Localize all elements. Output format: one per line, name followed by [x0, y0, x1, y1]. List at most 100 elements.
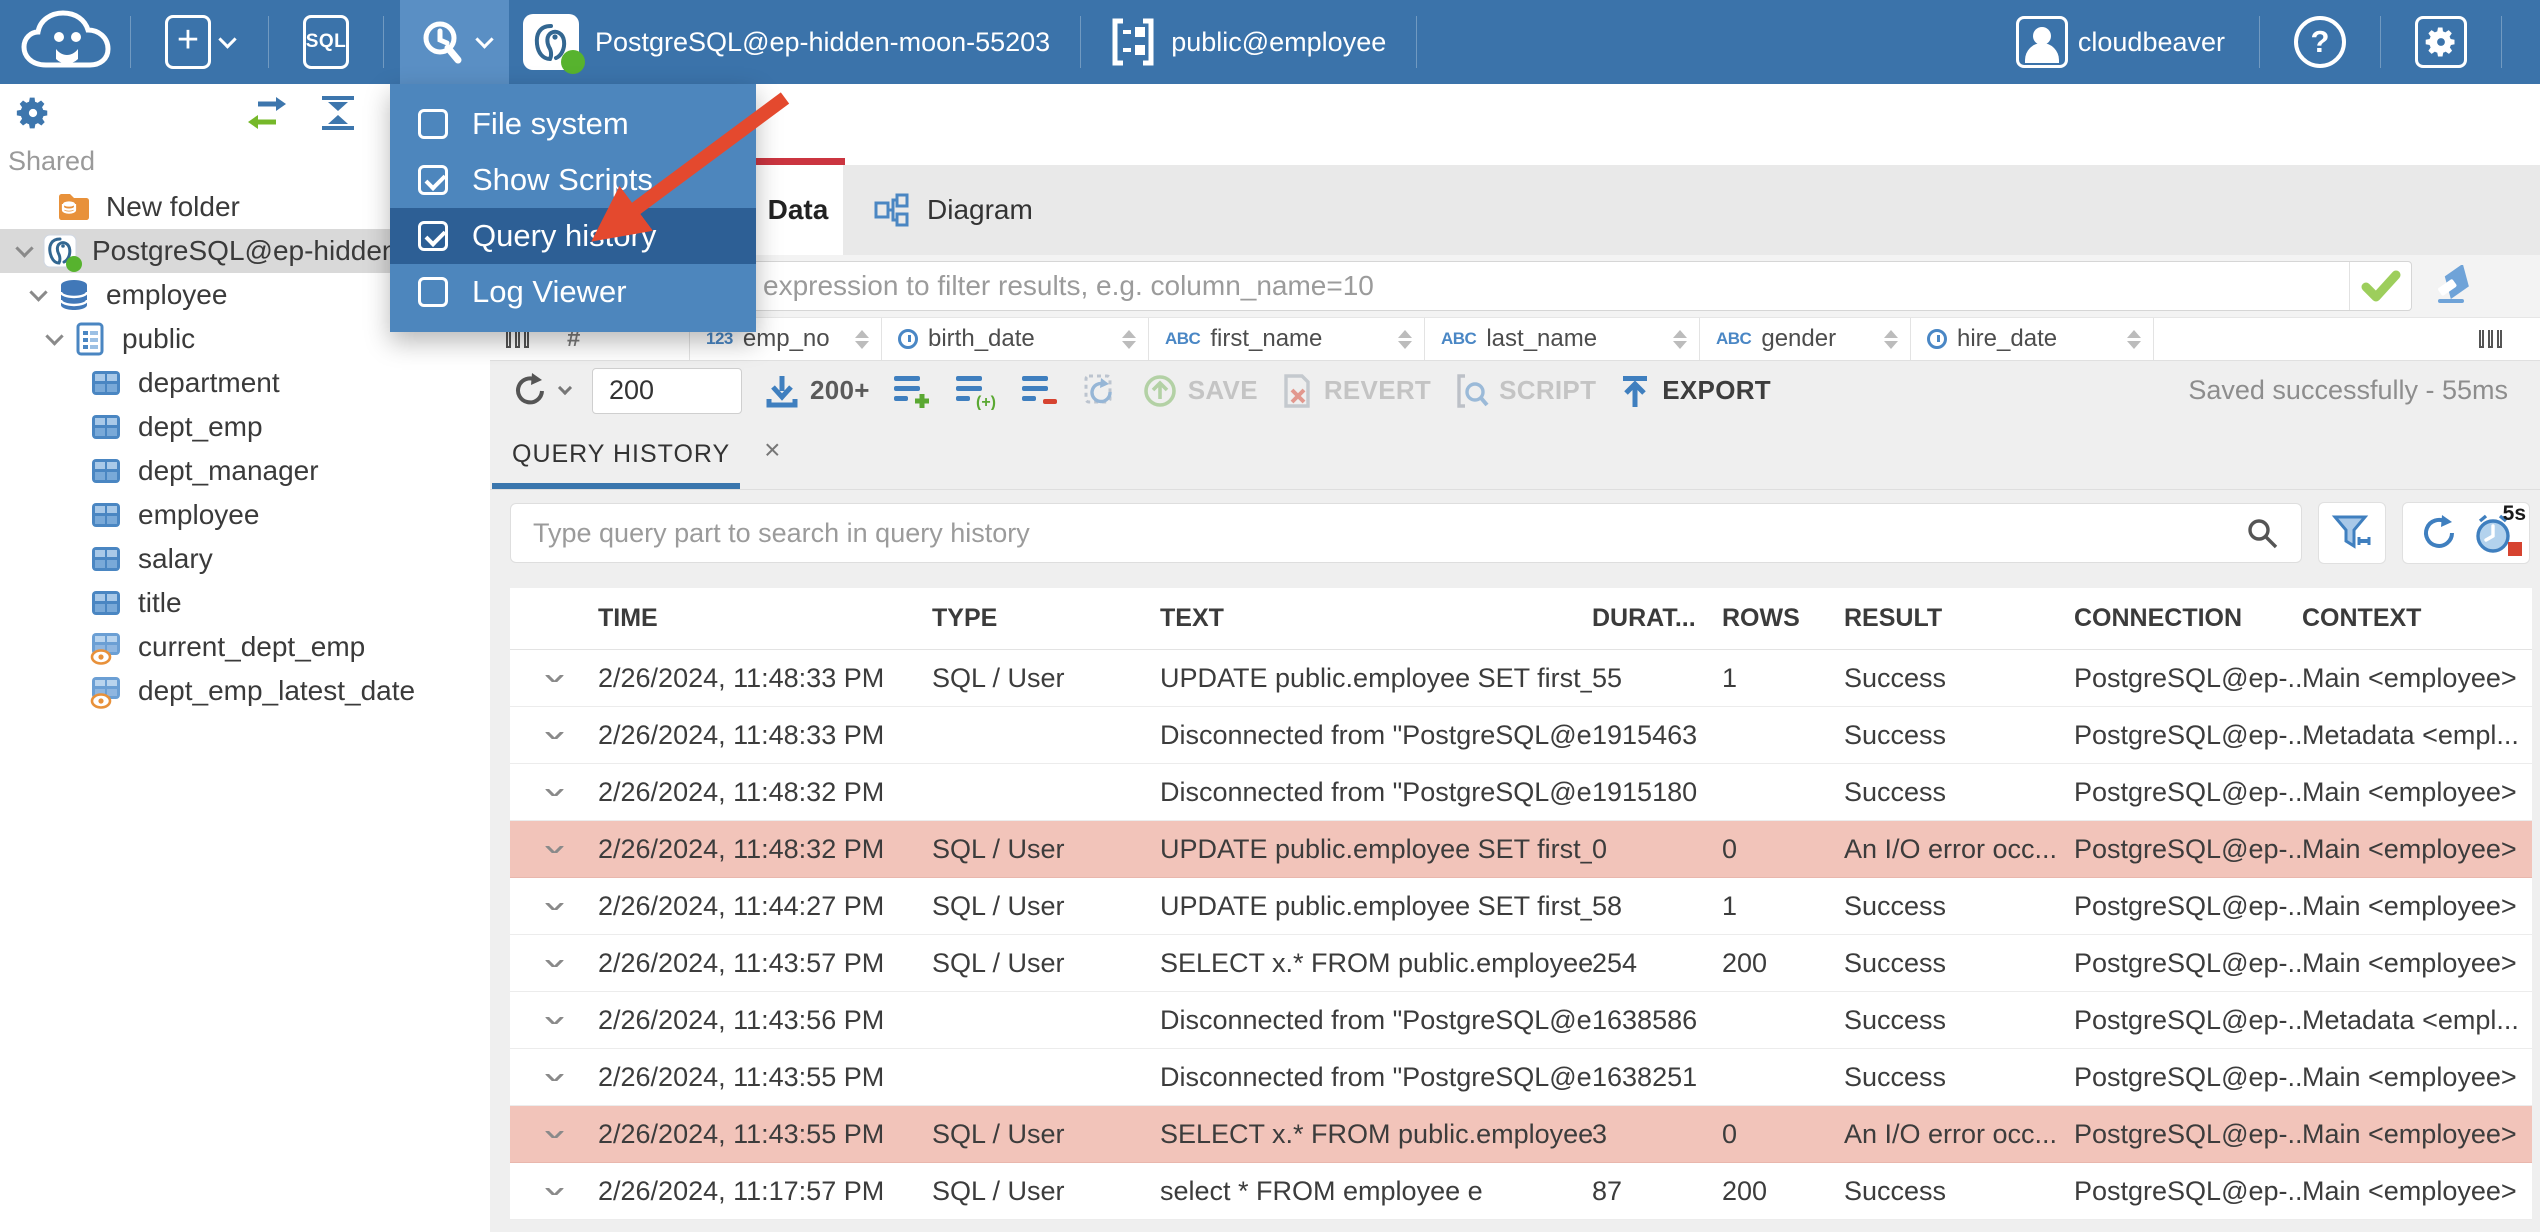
column-header-hire-date[interactable]: hire_date	[1911, 318, 2154, 360]
tree-item-table[interactable]: dept_manager	[0, 449, 490, 493]
grid-settings-icon[interactable]	[2479, 330, 2502, 348]
user-menu-button[interactable]: cloudbeaver	[1998, 0, 2243, 84]
query-history-row[interactable]: 2/26/2024, 11:43:55 PM Disconnected from…	[510, 1049, 2532, 1106]
tree-item-table[interactable]: salary	[0, 537, 490, 581]
column-header-birth-date[interactable]: birth_date	[882, 318, 1149, 360]
expand-row-icon[interactable]	[544, 731, 564, 739]
delete-row-button[interactable]	[1020, 372, 1060, 410]
collapse-all-icon[interactable]	[318, 94, 358, 132]
sidebar-settings-gear-icon[interactable]	[14, 94, 52, 132]
sort-icon[interactable]	[1673, 329, 1687, 349]
query-history-row[interactable]: 2/26/2024, 11:17:57 PM SQL / User select…	[510, 1163, 2532, 1220]
menu-item-file-system[interactable]: File system	[390, 96, 756, 152]
chevron-down-icon[interactable]	[28, 282, 48, 302]
save-button[interactable]: SAVE	[1142, 373, 1258, 409]
chevron-down-icon[interactable]	[44, 326, 64, 346]
menu-item-query-history[interactable]: Query history	[390, 208, 756, 264]
diagram-icon	[873, 191, 911, 229]
fetch-more-button[interactable]: 200+	[764, 373, 870, 409]
close-icon[interactable]: ×	[764, 435, 780, 464]
expand-row-icon[interactable]	[544, 902, 564, 910]
query-history-row[interactable]: 2/26/2024, 11:48:33 PM Disconnected from…	[510, 707, 2532, 764]
expand-row-icon[interactable]	[544, 1130, 564, 1138]
expand-row-icon[interactable]	[544, 674, 564, 682]
sort-icon[interactable]	[1122, 329, 1136, 349]
sort-icon[interactable]	[1884, 329, 1898, 349]
refresh-button[interactable]	[512, 371, 573, 411]
col-connection[interactable]: CONNECTION	[2074, 604, 2302, 633]
tab-diagram[interactable]: Diagram	[843, 165, 1063, 255]
schema-selector[interactable]: public@employee	[1097, 0, 1400, 84]
script-button[interactable]: SCRIPT	[1453, 372, 1596, 410]
sort-icon[interactable]	[1398, 329, 1412, 349]
col-rows[interactable]: ROWS	[1722, 604, 1844, 633]
column-header-first-name[interactable]: ABC first_name	[1149, 318, 1425, 360]
row-connection: PostgreSQL@ep-...	[2074, 776, 2302, 807]
query-history-row[interactable]: 2/26/2024, 11:44:27 PM SQL / User UPDATE…	[510, 878, 2532, 935]
row-duration: 87	[1592, 1175, 1623, 1206]
checkbox-checked-icon[interactable]	[418, 221, 448, 251]
tree-item-table[interactable]: employee	[0, 493, 490, 537]
checkbox-unchecked-icon[interactable]	[418, 109, 448, 139]
column-header-last-name[interactable]: ABC last_name	[1425, 318, 1700, 360]
expand-row-icon[interactable]	[544, 1073, 564, 1081]
checkbox-checked-icon[interactable]	[418, 165, 448, 195]
tab-query-history[interactable]: QUERY HISTORY ×	[490, 420, 807, 489]
query-history-row[interactable]: 2/26/2024, 11:43:56 PM Disconnected from…	[510, 992, 2532, 1049]
tab-data[interactable]: Data	[753, 165, 843, 255]
expand-row-icon[interactable]	[544, 1016, 564, 1024]
tree-item-table[interactable]: title	[0, 581, 490, 625]
col-duration[interactable]: DURAT...	[1592, 604, 1722, 633]
expand-row-icon[interactable]	[544, 959, 564, 967]
col-text[interactable]: TEXT	[1160, 604, 1592, 633]
sort-icon[interactable]	[855, 329, 869, 349]
col-context[interactable]: CONTEXT	[2302, 604, 2532, 633]
col-type[interactable]: TYPE	[932, 604, 1160, 633]
col-result[interactable]: RESULT	[1844, 604, 2074, 633]
schema-name: public@employee	[1171, 26, 1387, 57]
column-header-gender[interactable]: ABC gender	[1700, 318, 1911, 360]
clear-filter-eraser-icon[interactable]	[2426, 263, 2482, 311]
expand-row-icon[interactable]	[544, 845, 564, 853]
sort-icon[interactable]	[2127, 329, 2141, 349]
chevron-down-icon[interactable]	[14, 238, 34, 258]
help-button[interactable]: ?	[2276, 0, 2364, 84]
query-history-search-input[interactable]	[533, 517, 2245, 549]
tree-item-table[interactable]: department	[0, 361, 490, 405]
menu-item-show-scripts[interactable]: Show Scripts	[390, 152, 756, 208]
apply-filter-button[interactable]	[2349, 262, 2411, 310]
tree-item-view[interactable]: current_dept_emp	[0, 625, 490, 669]
filter-button[interactable]	[2318, 502, 2386, 564]
row-time: 2/26/2024, 11:43:55 PM	[598, 1118, 885, 1149]
connection-selector[interactable]: PostgreSQL@ep-hidden-moon-55203	[509, 0, 1064, 84]
add-row-button[interactable]	[892, 372, 932, 410]
revert-button[interactable]: REVERT	[1280, 372, 1431, 410]
query-history-row[interactable]: 2/26/2024, 11:48:32 PM Disconnected from…	[510, 764, 2532, 821]
query-history-row[interactable]: 2/26/2024, 11:48:33 PM SQL / User UPDATE…	[510, 650, 2532, 707]
query-history-row-error[interactable]: 2/26/2024, 11:43:55 PM SQL / User SELECT…	[510, 1106, 2532, 1163]
export-button[interactable]: EXPORT	[1618, 373, 1771, 409]
row-limit-input[interactable]	[592, 367, 742, 414]
query-history-row[interactable]: 2/26/2024, 11:43:57 PM SQL / User SELECT…	[510, 935, 2532, 992]
settings-button[interactable]	[2397, 0, 2485, 84]
connection-status-dot	[561, 50, 585, 74]
row-duration: 254	[1592, 947, 1638, 978]
expand-row-icon[interactable]	[544, 1187, 564, 1195]
new-connection-button[interactable]: +	[147, 0, 252, 84]
menu-item-log-viewer[interactable]: Log Viewer	[390, 264, 756, 320]
filter-input[interactable]	[701, 262, 2349, 310]
tree-item-view[interactable]: dept_emp_latest_date	[0, 669, 490, 713]
duplicate-row-button[interactable]: (+)	[954, 372, 998, 410]
auto-refresh-button-group[interactable]: 5s	[2402, 502, 2530, 564]
sync-selection-icon[interactable]	[244, 94, 290, 132]
expand-row-icon[interactable]	[544, 788, 564, 796]
query-history-row-error[interactable]: 2/26/2024, 11:48:32 PM SQL / User UPDATE…	[510, 821, 2532, 878]
row-duration: 1638251	[1592, 1061, 1698, 1092]
auto-refresh-button[interactable]	[1082, 372, 1120, 410]
sql-editor-button[interactable]: SQL	[285, 0, 367, 84]
tree-item-table[interactable]: dept_emp	[0, 405, 490, 449]
checkbox-unchecked-icon[interactable]	[418, 277, 448, 307]
connection-status-dot	[66, 256, 82, 272]
tools-menu-button[interactable]	[400, 0, 509, 84]
col-time[interactable]: TIME	[598, 604, 932, 633]
